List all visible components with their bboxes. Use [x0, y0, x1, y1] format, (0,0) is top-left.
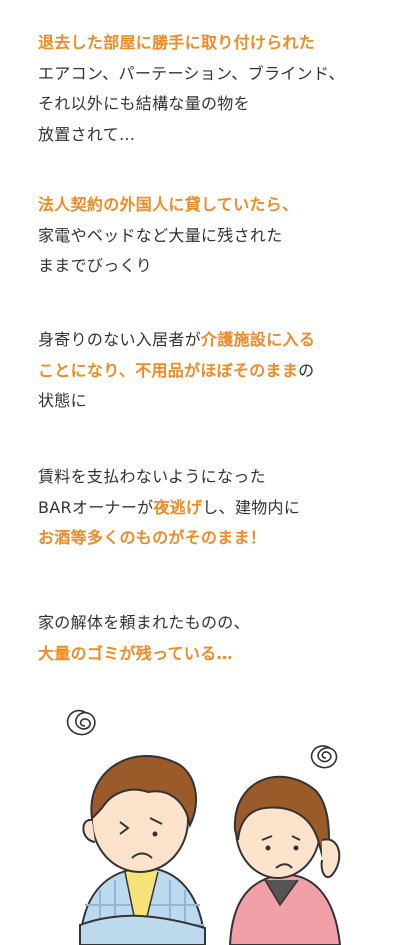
body-text: し、建物内に [202, 497, 301, 517]
body-text: BARオーナーが [38, 497, 154, 517]
text-line: ままでびっくり [38, 251, 398, 282]
body-text: 状態に [38, 391, 87, 410]
body-text: 放置されて… [38, 124, 136, 144]
text-line: 家電やベッドなど大量に残された [38, 221, 398, 252]
text-block: 家の解体を頼まれたものの、 大量のゴミが残っている… [38, 608, 398, 669]
highlight-text: お酒等多くのものがそのまま！ [38, 528, 267, 547]
confused-scribble-icon [66, 709, 96, 736]
text-line: 放置されて… [38, 120, 398, 151]
worried-couple-illustration [66, 709, 342, 945]
man-figure [78, 755, 207, 945]
body-text: 身寄りのない入居者が [38, 330, 202, 349]
text-line: それ以外にも結構な量の物を [38, 89, 398, 120]
highlight-text: 大量のゴミが残っている… [38, 643, 233, 663]
confused-scribble-icon [310, 745, 338, 769]
body-text: の [298, 360, 315, 380]
text-line: 退去した部屋に勝手に取り付けられた [38, 28, 398, 59]
text-line: 大量のゴミが残っている… [38, 639, 398, 670]
text-line: 状態に [38, 386, 398, 417]
body-text: 家の解体を頼まれたものの、 [38, 613, 250, 632]
highlight-text: 夜逃げ [153, 497, 203, 517]
text-line: 身寄りのない入居者が介護施設に入る [38, 325, 398, 356]
highlight-text: 法人契約の外国人に貸していたら、 [38, 195, 299, 214]
text-block: 法人契約の外国人に貸していたら、 家電やベッドなど大量に残された ままでびっくり [38, 190, 398, 282]
highlight-text: 介護施設に入る [201, 330, 316, 349]
woman-figure [228, 775, 342, 945]
body-text: エアコン、パーテーション、ブラインド、 [38, 63, 345, 83]
highlight-text: 退去した部屋に勝手に取り付けられた [38, 33, 316, 52]
text-block: 賃料を支払わないようになった BARオーナーが夜逃げし、建物内にお酒等多くのものが… [38, 462, 398, 554]
text-line: エアコン、パーテーション、ブラインド、 [38, 59, 398, 90]
body-text: 賃料を支払わないようになった [38, 467, 266, 486]
body-text: ままでびっくり [38, 256, 153, 275]
text-line: 法人契約の外国人に貸していたら、 [38, 190, 398, 221]
body-text: 家電やベッドなど大量に残された [38, 225, 283, 245]
text-line: 家の解体を頼まれたものの、 [38, 608, 398, 639]
text-line: BARオーナーが夜逃げし、建物内に [38, 493, 398, 524]
highlight-text: ことになり、不用品がほぼそのまま [38, 360, 299, 380]
text-line: お酒等多くのものがそのまま！ [38, 523, 398, 554]
body-text: それ以外にも結構な量の物を [38, 94, 250, 113]
text-block: 身寄りのない入居者が介護施設に入る ことになり、不用品がほぼそのままの 状態に [38, 325, 398, 417]
text-block: 退去した部屋に勝手に取り付けられたエアコン、パーテーション、ブラインド、 それ以外… [38, 28, 398, 150]
text-line: 賃料を支払わないようになった [38, 462, 398, 493]
text-line: ことになり、不用品がほぼそのままの [38, 356, 398, 387]
